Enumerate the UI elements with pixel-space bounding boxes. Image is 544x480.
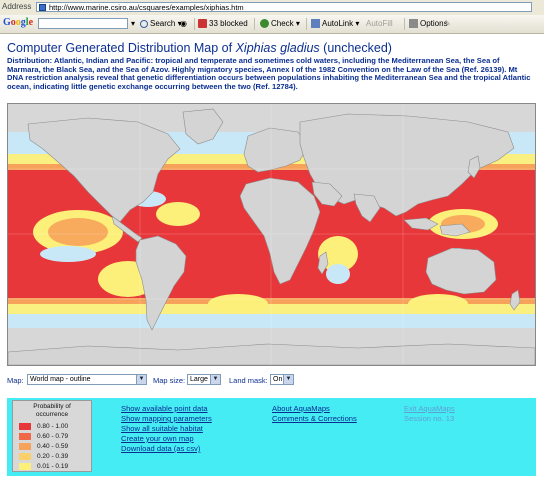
legend-swatch (19, 463, 31, 470)
land-mask-label: Land mask: (229, 376, 268, 385)
google-logo[interactable]: Google (3, 17, 33, 29)
address-url: http://www.marine.csiro.au/csquares/exam… (49, 3, 244, 12)
google-search-button[interactable]: Search ▾ (140, 18, 182, 30)
download-data-link[interactable]: Download data (as csv) (121, 444, 200, 453)
about-aquamaps-link[interactable]: About AquaMaps (272, 404, 330, 413)
popup-blocker-button[interactable]: 33 blocked (198, 18, 248, 30)
map-controls: Map: World map - outline ▼ Map size: Larg… (0, 373, 544, 389)
page-icon (39, 4, 46, 11)
chevron-down-icon: ▼ (210, 375, 220, 384)
land-mask-select[interactable]: On ▼ (270, 374, 294, 385)
blocked-icon (198, 19, 207, 28)
session-number: Session no. 13 (404, 414, 455, 423)
distribution-text: Distribution: Atlantic, Indian and Pacif… (7, 56, 531, 91)
legend-item: 0.20 - 0.39 (19, 453, 89, 461)
distribution-map (7, 103, 536, 366)
legend-item: 0.01 - 0.19 (19, 463, 89, 471)
probability-legend: Probability of occurrence 0.80 - 1.00 0.… (12, 400, 92, 472)
address-input[interactable]: http://www.marine.csiro.au/csquares/exam… (36, 2, 532, 12)
legend-item: 0.60 - 0.79 (19, 433, 89, 441)
chevron-down-icon: ▼ (283, 375, 293, 384)
legend-title: Probability of occurrence (33, 403, 71, 418)
map-type-select[interactable]: World map - outline ▼ (27, 374, 147, 385)
legend-item: 0.80 - 1.00 (19, 423, 89, 431)
google-toolbar: Google ▾ Search ▾ ◉ 33 blocked Check ▾ A… (0, 15, 544, 34)
show-suitable-habitat-link[interactable]: Show all suitable habitat (121, 424, 203, 433)
show-mapping-parameters-link[interactable]: Show mapping parameters (121, 414, 212, 423)
address-bar-row: Address http://www.marine.csiro.au/csqua… (0, 0, 544, 16)
options-panel: Probability of occurrence 0.80 - 1.00 0.… (7, 398, 536, 476)
spell-check-button[interactable]: Check ▾ (260, 18, 300, 30)
autolink-icon (311, 19, 320, 28)
map-type-label: Map: (7, 376, 24, 385)
comments-corrections-link[interactable]: Comments & Corrections (272, 414, 357, 423)
show-point-data-link[interactable]: Show available point data (121, 404, 208, 413)
autolink-button[interactable]: AutoLink ▾ (311, 18, 359, 30)
options-icon (409, 19, 418, 28)
page-title: Computer Generated Distribution Map of X… (7, 41, 392, 55)
legend-swatch (19, 423, 31, 430)
google-search-input[interactable] (38, 18, 128, 29)
address-label: Address (2, 2, 32, 11)
legend-swatch (19, 453, 31, 460)
highlight-icon[interactable]: ✎ (444, 18, 451, 30)
create-own-map-link[interactable]: Create your own map (121, 434, 194, 443)
map-size-select[interactable]: Large ▼ (187, 374, 221, 385)
chevron-down-icon: ▼ (136, 375, 146, 384)
autofill-button[interactable]: AutoFill (366, 18, 393, 30)
map-size-label: Map size: (153, 376, 186, 385)
legend-swatch (19, 443, 31, 450)
check-icon (260, 19, 269, 28)
legend-swatch (19, 433, 31, 440)
search-icon (140, 20, 148, 28)
google-search-dropdown-icon[interactable]: ▾ (131, 18, 135, 30)
exit-aquamaps-link[interactable]: Exit AquaMaps (404, 404, 455, 413)
legend-item: 0.40 - 0.59 (19, 443, 89, 451)
options-button[interactable]: Options (409, 18, 448, 30)
pagerank-icon[interactable]: ◉ (180, 18, 187, 30)
